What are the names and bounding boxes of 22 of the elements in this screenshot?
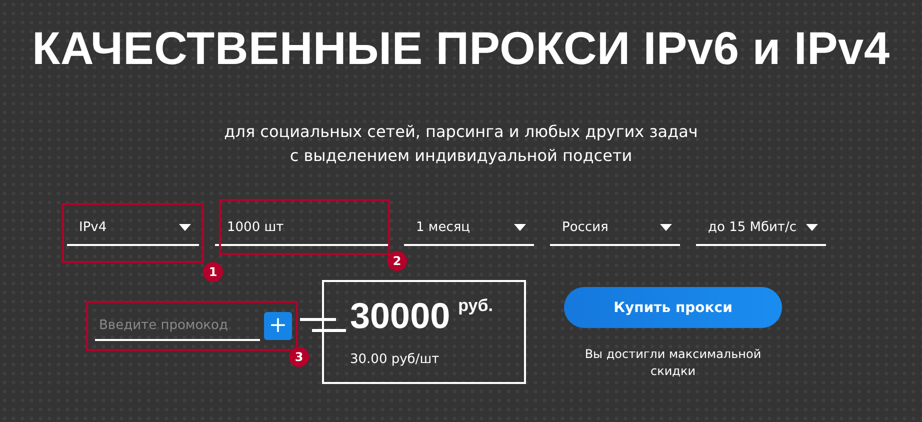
annotation-number: 3: [289, 347, 309, 367]
annotation-number: 2: [387, 251, 407, 271]
caret-icon: [179, 224, 191, 230]
dropdown-field[interactable]: 1 месяц: [404, 210, 534, 246]
unit-price: 30.00 руб/шт: [350, 352, 440, 367]
dropdown-field[interactable]: IPv4: [67, 210, 199, 246]
quantity-field[interactable]: 1000 шт: [215, 210, 388, 246]
add-promo-button[interactable]: +: [264, 312, 292, 340]
dropdown-field[interactable]: Россия: [550, 210, 680, 246]
annotation-number: 1: [203, 262, 223, 282]
caret-icon: [660, 224, 672, 230]
caret-icon: [806, 224, 818, 230]
total-price: 30000: [350, 294, 450, 338]
discount-note: Вы достигли максимальной скидки: [584, 346, 762, 380]
buy-proxy-button[interactable]: Купить прокси: [564, 287, 782, 328]
caret-icon: [514, 224, 526, 230]
page-title: КАЧЕСТВЕННЫЕ ПРОКСИ IPv6 и IPv4: [31, 21, 891, 76]
currency-label: руб.: [458, 296, 493, 316]
subtitle-line: для социальных сетей, парсинга и любых других задач: [223, 121, 699, 143]
subtitle-line: с выделением индивидуальной подсети: [288, 145, 634, 167]
dropdown-field[interactable]: до 15 Мбит/с: [696, 210, 826, 246]
promo-code-field[interactable]: Введите промокод: [95, 311, 260, 341]
